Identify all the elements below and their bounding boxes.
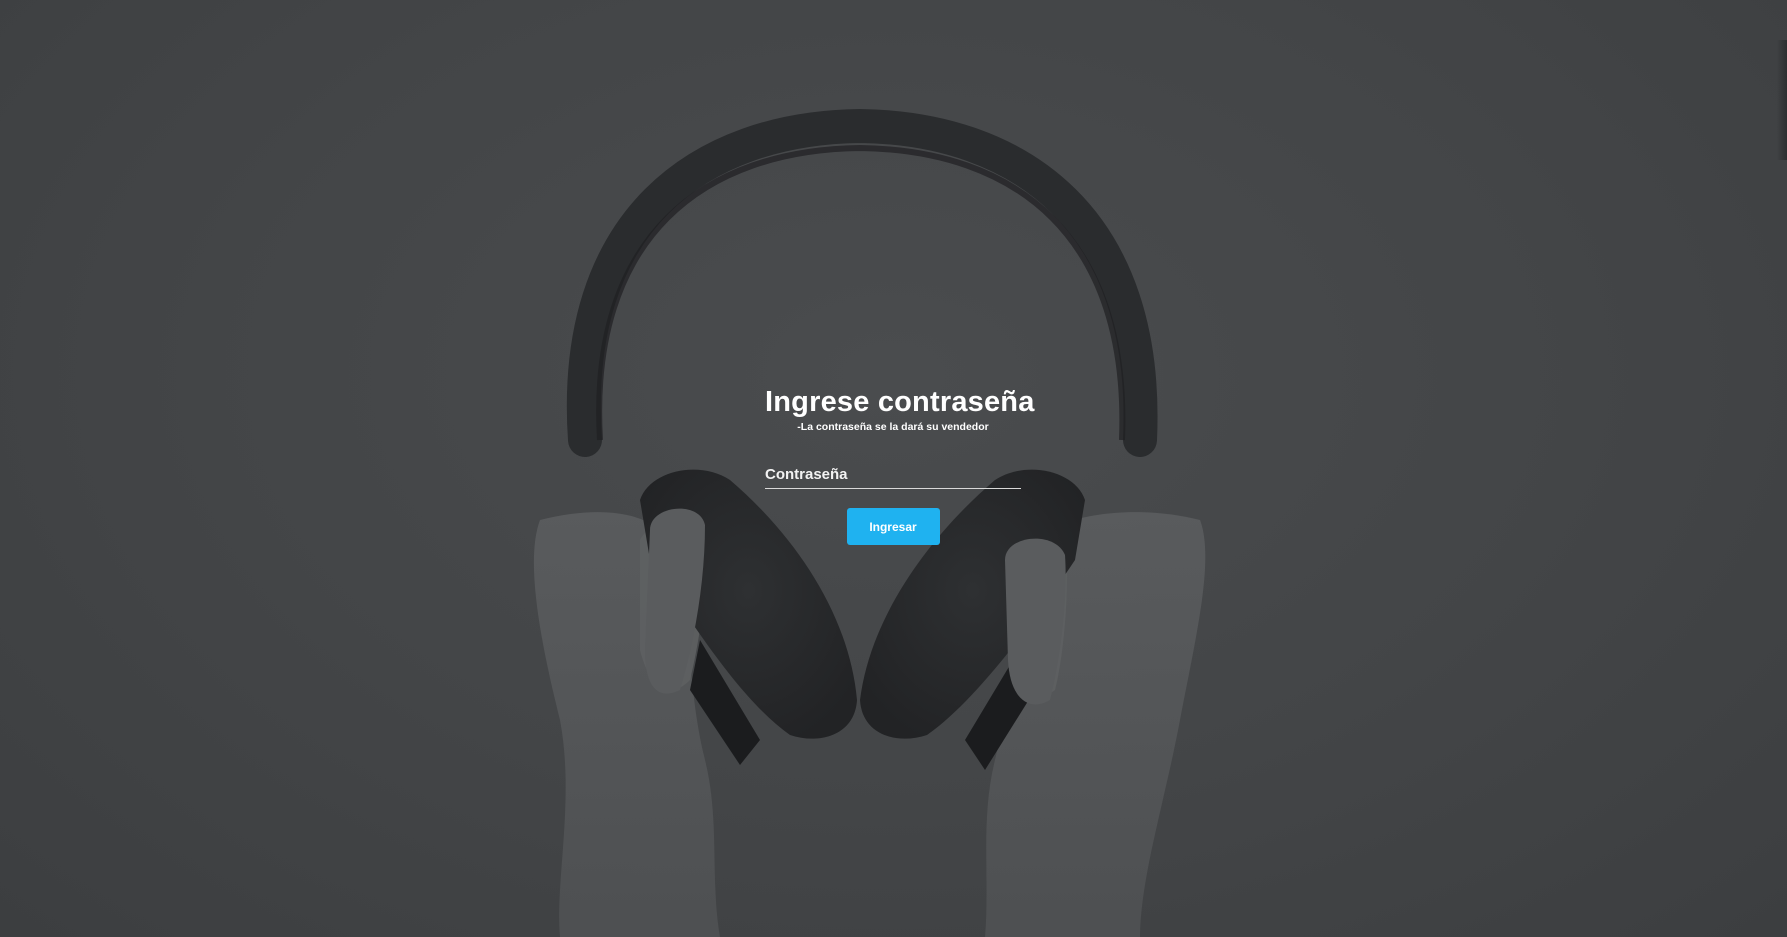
submit-button[interactable]: Ingresar (846, 508, 940, 545)
scrollbar-shadow (1777, 40, 1787, 160)
page-title: Ingrese contraseña (765, 386, 1035, 418)
password-hint: -La contraseña se la dará su vendedor (797, 421, 989, 433)
password-input[interactable] (765, 464, 1021, 488)
login-page: Ingrese contraseña -La contraseña se la … (0, 0, 1787, 937)
login-form: Ingrese contraseña -La contraseña se la … (765, 384, 1035, 545)
password-field-wrapper (765, 464, 1021, 489)
